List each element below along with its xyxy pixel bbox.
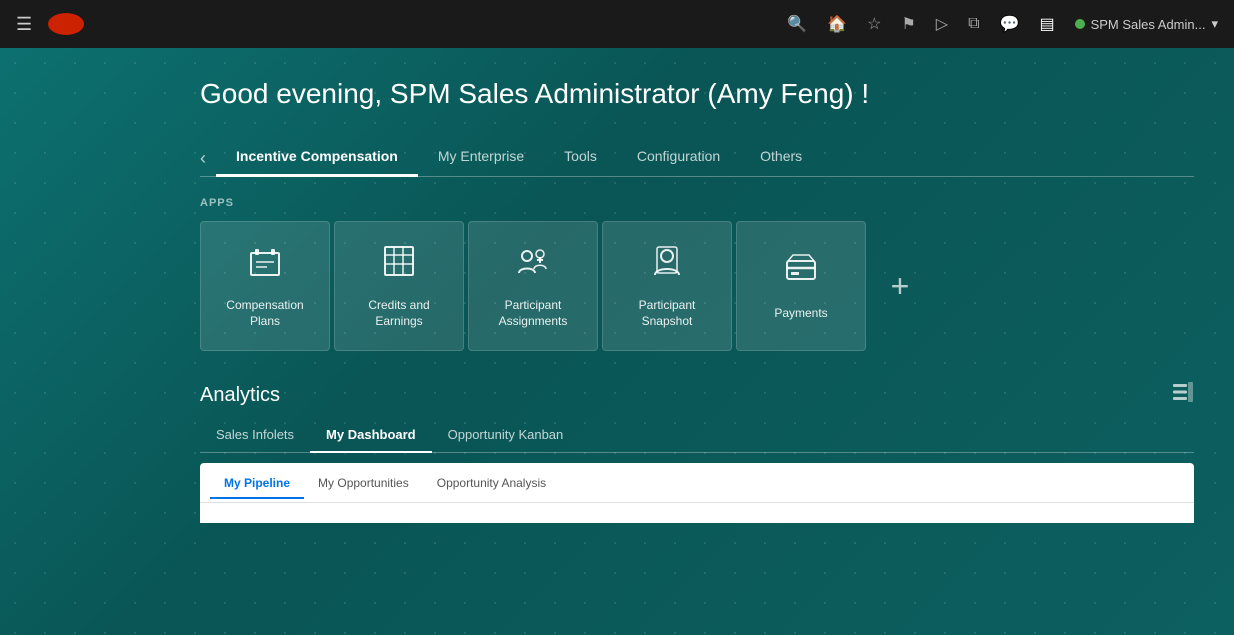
oracle-logo (48, 13, 84, 35)
search-icon[interactable]: 🔍 (787, 14, 807, 34)
hamburger-icon[interactable]: ☰ (16, 14, 32, 35)
user-status-dot (1075, 19, 1085, 29)
participant-assignments-label: ParticipantAssignments (499, 298, 568, 329)
credits-earnings-icon (381, 243, 417, 286)
app-participant-assignments[interactable]: ParticipantAssignments (468, 221, 598, 351)
inner-tab-my-pipeline[interactable]: My Pipeline (210, 468, 304, 498)
participant-assignments-icon (515, 243, 551, 286)
payments-label: Payments (774, 306, 827, 322)
inner-panel-tabs: My Pipeline My Opportunities Opportunity… (200, 463, 1194, 503)
nav-back-arrow[interactable]: ‹ (200, 148, 206, 169)
app-participant-snapshot[interactable]: ParticipantSnapshot (602, 221, 732, 351)
flag-icon[interactable]: ⚑ (901, 14, 915, 34)
inner-panel: My Pipeline My Opportunities Opportunity… (200, 463, 1194, 523)
greeting-text: Good evening, SPM Sales Administrator (A… (200, 78, 1194, 110)
inner-tab-my-opportunities[interactable]: My Opportunities (304, 468, 423, 498)
tab-configuration[interactable]: Configuration (617, 140, 740, 176)
navbar: ☰ 🔍 🏠 ☆ ⚑ ▷ ⧉ 💬 ▤ SPM Sales Admin... ▾ (0, 0, 1234, 48)
content-wrapper: Good evening, SPM Sales Administrator (A… (0, 48, 1234, 543)
navbar-right: 🔍 🏠 ☆ ⚑ ▷ ⧉ 💬 ▤ SPM Sales Admin... ▾ (787, 14, 1218, 34)
nav-tabs: ‹ Incentive Compensation My Enterprise T… (200, 140, 1194, 177)
analytics-tab-sales-infolets[interactable]: Sales Infolets (200, 421, 310, 452)
analytics-title: Analytics (200, 384, 280, 407)
analytics-tab-opportunity-kanban[interactable]: Opportunity Kanban (432, 421, 580, 452)
compensation-plans-icon (247, 243, 283, 286)
user-menu[interactable]: SPM Sales Admin... ▾ (1075, 16, 1218, 32)
navbar-left: ☰ (16, 13, 84, 35)
compensation-plans-label: CompensationPlans (226, 298, 303, 329)
layers-icon[interactable]: ⧉ (968, 15, 979, 33)
tab-tools[interactable]: Tools (544, 140, 617, 176)
apps-section-label: APPS (200, 197, 1194, 209)
app-credits-earnings[interactable]: Credits andEarnings (334, 221, 464, 351)
analytics-header: Analytics (200, 381, 1194, 409)
play-icon[interactable]: ▷ (936, 14, 948, 34)
credits-earnings-label: Credits andEarnings (368, 298, 429, 329)
chat-icon[interactable]: 💬 (1000, 14, 1020, 34)
app-payments[interactable]: Payments (736, 221, 866, 351)
main-content: Good evening, SPM Sales Administrator (A… (0, 48, 1234, 635)
list-icon[interactable]: ▤ (1039, 14, 1054, 34)
tab-incentive-compensation[interactable]: Incentive Compensation (216, 140, 418, 176)
bookmark-icon[interactable]: ☆ (867, 14, 881, 34)
tab-others[interactable]: Others (740, 140, 822, 176)
apps-grid: CompensationPlans Credits andEarnings (200, 221, 1194, 351)
app-compensation-plans[interactable]: CompensationPlans (200, 221, 330, 351)
participant-snapshot-icon (649, 243, 685, 286)
user-label: SPM Sales Admin... (1091, 17, 1206, 32)
inner-tab-opportunity-analysis[interactable]: Opportunity Analysis (423, 468, 560, 498)
home-icon[interactable]: 🏠 (827, 14, 847, 34)
user-dropdown-icon: ▾ (1211, 16, 1218, 32)
participant-snapshot-label: ParticipantSnapshot (639, 298, 696, 329)
analytics-tab-my-dashboard[interactable]: My Dashboard (310, 421, 432, 452)
payments-icon (783, 251, 819, 294)
analytics-settings-icon[interactable] (1172, 381, 1194, 409)
add-app-button[interactable]: + (880, 266, 920, 306)
analytics-tabs: Sales Infolets My Dashboard Opportunity … (200, 421, 1194, 453)
tab-my-enterprise[interactable]: My Enterprise (418, 140, 544, 176)
